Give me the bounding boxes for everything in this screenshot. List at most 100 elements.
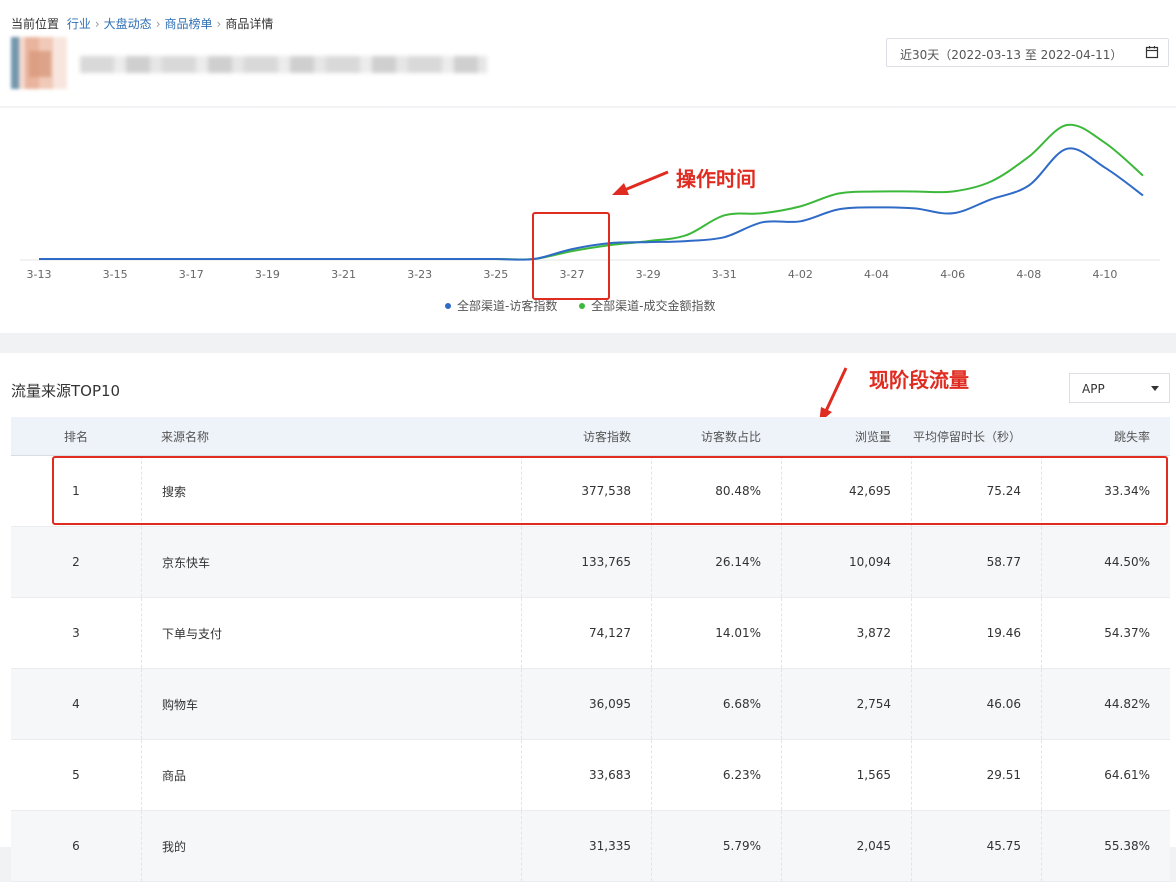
- avg-stay-cell: 19.46: [911, 598, 1041, 668]
- traffic-source-panel: 流量来源TOP10 现阶段流量 APP 排名 来源名称 访客指数 访客数占比 浏…: [0, 353, 1176, 882]
- legend-label: 全部渠道-访客指数: [457, 299, 558, 313]
- bounce-rate-cell: 54.37%: [1041, 598, 1170, 668]
- visitor-index-cell: 36,095: [521, 669, 651, 739]
- annotation-arrow-icon: [612, 170, 669, 195]
- visitor-share-cell: 6.23%: [651, 740, 781, 810]
- trend-panel: 当前位置 行业 › 大盘动态 › 商品榜单 › 商品详情 近30天（2022-03-13 至…: [0, 0, 1176, 333]
- x-tick-label: 3-13: [27, 268, 52, 281]
- avg-stay-cell: 58.77: [911, 527, 1041, 597]
- x-tick-label: 3-21: [331, 268, 356, 281]
- x-tick-label: 4-08: [1016, 268, 1041, 281]
- table-row[interactable]: 3 下单与支付 74,127 14.01% 3,872 19.46 54.37%: [11, 598, 1170, 669]
- x-tick-label: 3-31: [712, 268, 737, 281]
- bounce-rate-cell: 44.82%: [1041, 669, 1170, 739]
- product-title-redacted: [80, 56, 487, 73]
- pageviews-cell: 42,695: [781, 456, 911, 526]
- series-line-visitors[interactable]: [39, 147, 1144, 261]
- rank-cell: 4: [72, 697, 80, 711]
- visitor-share-cell: 6.68%: [651, 669, 781, 739]
- visitor-share-cell: 14.01%: [651, 598, 781, 668]
- visitor-index-cell: 377,538: [521, 456, 651, 526]
- x-tick-label: 3-17: [179, 268, 204, 281]
- column-header-visitor-share[interactable]: 访客数占比: [651, 417, 781, 455]
- column-header-rank[interactable]: 排名: [11, 417, 141, 455]
- current-traffic-label: 现阶段流量: [869, 368, 969, 392]
- date-range-picker[interactable]: 近30天（2022-03-13 至 2022-04-11）: [886, 38, 1169, 67]
- x-tick-label: 3-27: [559, 268, 584, 281]
- column-header-pageviews[interactable]: 浏览量: [781, 417, 911, 455]
- breadcrumb: 当前位置 行业 › 大盘动态 › 商品榜单 › 商品详情: [11, 15, 273, 32]
- breadcrumb-link-industry[interactable]: 行业: [67, 17, 91, 31]
- operation-time-label: 操作时间: [676, 167, 756, 191]
- platform-select[interactable]: APP: [1069, 373, 1170, 403]
- x-tick-label: 3-15: [103, 268, 128, 281]
- source-name-cell: 我的: [141, 811, 521, 881]
- x-tick-label: 3-25: [483, 268, 508, 281]
- visitor-index-cell: 33,683: [521, 740, 651, 810]
- breadcrumb-separator-icon: ›: [94, 17, 100, 31]
- x-tick-label: 3-29: [636, 268, 661, 281]
- source-name-cell: 京东快车: [141, 527, 521, 597]
- column-header-visitor-index[interactable]: 访客指数: [521, 417, 651, 455]
- rank-cell: 3: [72, 626, 80, 640]
- x-tick-label: 4-10: [1092, 268, 1117, 281]
- platform-select-value: APP: [1082, 382, 1105, 396]
- bounce-rate-cell: 33.34%: [1041, 456, 1170, 526]
- breadcrumb-link-market[interactable]: 大盘动态: [104, 17, 152, 31]
- series-line-sales[interactable]: [39, 123, 1144, 261]
- x-tick-label: 4-06: [940, 268, 965, 281]
- source-name-cell: 商品: [141, 740, 521, 810]
- breadcrumb-link-ranking[interactable]: 商品榜单: [165, 17, 213, 31]
- calendar-icon: [1145, 46, 1159, 59]
- legend-label: 全部渠道-成交金额指数: [591, 299, 716, 313]
- breadcrumb-separator-icon: ›: [155, 17, 161, 31]
- column-header-source[interactable]: 来源名称: [141, 417, 521, 455]
- legend-dot-icon: [579, 302, 586, 309]
- pageviews-cell: 1,565: [781, 740, 911, 810]
- pageviews-cell: 2,045: [781, 811, 911, 881]
- breadcrumb-prefix: 当前位置: [11, 17, 60, 31]
- x-tick-label: 3-19: [255, 268, 280, 281]
- x-tick-label: 3-23: [407, 268, 432, 281]
- avg-stay-cell: 75.24: [911, 456, 1041, 526]
- avg-stay-cell: 46.06: [911, 669, 1041, 739]
- visitor-index-cell: 31,335: [521, 811, 651, 881]
- breadcrumb-current: 商品详情: [225, 17, 274, 31]
- legend-item-visitors[interactable]: 全部渠道-访客指数: [445, 297, 557, 314]
- table-row[interactable]: 5 商品 33,683 6.23% 1,565 29.51 64.61%: [11, 740, 1170, 811]
- source-name-cell: 搜索: [141, 456, 521, 526]
- avg-stay-cell: 29.51: [911, 740, 1041, 810]
- source-name-cell: 购物车: [141, 669, 521, 739]
- rank-cell: 6: [72, 839, 80, 853]
- pageviews-cell: 3,872: [781, 598, 911, 668]
- visitor-share-cell: 26.14%: [651, 527, 781, 597]
- traffic-table: 排名 来源名称 访客指数 访客数占比 浏览量 平均停留时长（秒） 跳失率 1 搜…: [11, 417, 1170, 882]
- date-range-text: 近30天（2022-03-13 至 2022-04-11）: [900, 48, 1123, 62]
- legend-dot-icon: [445, 302, 451, 309]
- product-thumbnail: [11, 37, 67, 89]
- table-row[interactable]: 2 京东快车 133,765 26.14% 10,094 58.77 44.50…: [11, 527, 1170, 598]
- caret-down-icon: [1151, 386, 1159, 391]
- section-title: 流量来源TOP10: [11, 382, 121, 400]
- breadcrumb-separator-icon: ›: [216, 17, 222, 31]
- column-header-avg-stay[interactable]: 平均停留时长（秒）: [911, 417, 1041, 455]
- column-header-bounce-rate[interactable]: 跳失率: [1041, 417, 1170, 455]
- chart-legend: 全部渠道-访客指数 全部渠道-成交金额指数: [445, 297, 734, 314]
- visitor-share-cell: 5.79%: [651, 811, 781, 881]
- bounce-rate-cell: 64.61%: [1041, 740, 1170, 810]
- table-header: 排名 来源名称 访客指数 访客数占比 浏览量 平均停留时长（秒） 跳失率: [11, 417, 1170, 456]
- table-row[interactable]: 4 购物车 36,095 6.68% 2,754 46.06 44.82%: [11, 669, 1170, 740]
- visitor-index-cell: 74,127: [521, 598, 651, 668]
- rank-cell: 1: [72, 484, 80, 498]
- bounce-rate-cell: 44.50%: [1041, 527, 1170, 597]
- bounce-rate-cell: 55.38%: [1041, 811, 1170, 881]
- visitor-share-cell: 80.48%: [651, 456, 781, 526]
- table-row[interactable]: 1 搜索 377,538 80.48% 42,695 75.24 33.34%: [11, 456, 1170, 527]
- pageviews-cell: 10,094: [781, 527, 911, 597]
- pageviews-cell: 2,754: [781, 669, 911, 739]
- avg-stay-cell: 45.75: [911, 811, 1041, 881]
- x-tick-label: 4-02: [788, 268, 813, 281]
- legend-item-sales[interactable]: 全部渠道-成交金额指数: [579, 297, 716, 314]
- source-name-cell: 下单与支付: [141, 598, 521, 668]
- x-tick-label: 4-04: [864, 268, 889, 281]
